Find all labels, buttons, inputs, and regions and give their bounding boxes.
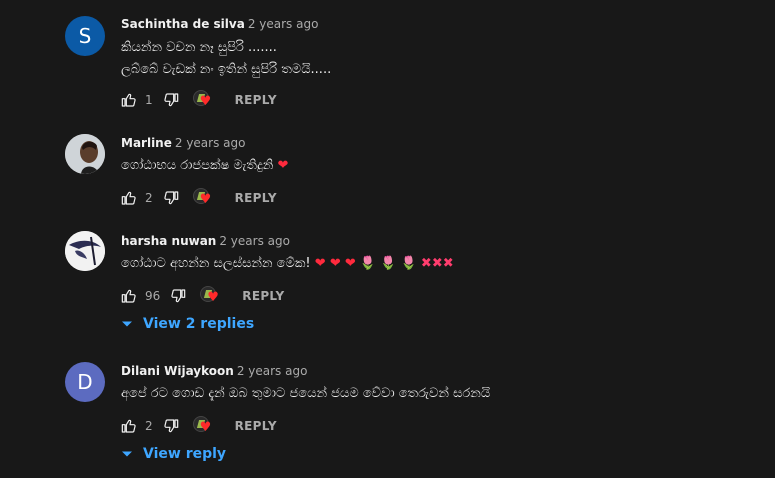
- comment-header: Dilani Wijaykoon 2 years ago: [121, 364, 307, 378]
- comment-actions: 96 ♥ REPLY: [121, 286, 284, 306]
- comment-actions: 2 ♥ REPLY: [121, 188, 277, 208]
- comments-section: S Sachintha de silva 2 years ago කියන්න ව…: [0, 0, 775, 478]
- reply-button[interactable]: REPLY: [235, 419, 277, 433]
- comment-text: ගෝඨාට අහන්න සලස්සන්න මේක! ❤ ❤ ❤ 🌷 🌷 🌷 ✖✖…: [121, 253, 454, 275]
- thumbs-down-icon[interactable]: [170, 288, 186, 304]
- avatar[interactable]: [65, 231, 105, 271]
- cross-emoji: ✖: [420, 256, 432, 271]
- person-photo-icon: [65, 231, 105, 271]
- creator-heart-icon: ♥: [192, 188, 215, 208]
- comment-actions: 1 ♥ REPLY: [121, 90, 277, 110]
- view-replies-label: View 2 replies: [143, 316, 255, 332]
- tulip-emoji: 🌷: [380, 256, 397, 271]
- view-replies-label: View reply: [143, 446, 227, 462]
- cross-emoji: ✖: [431, 256, 443, 271]
- thumbs-up-icon[interactable]: [121, 288, 137, 304]
- author-name[interactable]: Marline: [121, 136, 172, 150]
- like-count: 1: [145, 93, 153, 107]
- creator-heart-icon: ♥: [192, 90, 215, 110]
- comment-line: ගෝඨාභය රාජපක්ෂ මැතිදුනි: [121, 158, 274, 173]
- comment-text: කියන්න වචන නෑ සුපිරි ....... ලබ්බේ වැඩක්…: [121, 37, 331, 81]
- comment-time[interactable]: 2 years ago: [175, 136, 246, 150]
- person-photo-icon: [65, 134, 105, 174]
- comment-header: Sachintha de silva 2 years ago: [121, 17, 318, 31]
- author-name[interactable]: Sachintha de silva: [121, 17, 245, 31]
- cross-emoji: ✖: [442, 256, 454, 271]
- comment-line: කියන්න වචන නෑ සුපිරි .......: [121, 40, 277, 55]
- creator-heart-icon: ♥: [200, 286, 222, 306]
- avatar[interactable]: D: [65, 362, 105, 402]
- comment-header: harsha nuwan 2 years ago: [121, 234, 290, 248]
- tulip-emoji: 🌷: [359, 256, 377, 271]
- comment-time[interactable]: 2 years ago: [219, 234, 290, 248]
- thumbs-up-icon[interactable]: [121, 92, 137, 108]
- reply-button[interactable]: REPLY: [235, 93, 277, 107]
- comment-line: අපේ රට ගොඩ දැන් ඔබ තුමාට ජයෙන් ජයම වේවා …: [121, 386, 491, 401]
- comment-text: ගෝඨාභය රාජපක්ෂ මැතිදුනි ❤: [121, 155, 288, 177]
- heart-emoji: ❤: [344, 256, 356, 271]
- comment-actions: 2 ♥ REPLY: [121, 416, 277, 436]
- avatar-letter: S: [78, 24, 92, 48]
- heart-emoji: ❤: [277, 158, 289, 173]
- like-count: 2: [145, 191, 153, 205]
- comment-time[interactable]: 2 years ago: [237, 364, 308, 378]
- thumbs-down-icon[interactable]: [163, 92, 179, 108]
- author-name[interactable]: harsha nuwan: [121, 234, 216, 248]
- comment-time[interactable]: 2 years ago: [248, 17, 319, 31]
- avatar[interactable]: [65, 134, 105, 174]
- reply-button[interactable]: REPLY: [242, 289, 284, 303]
- thumbs-down-icon[interactable]: [163, 190, 179, 206]
- creator-heart-icon: ♥: [192, 416, 215, 436]
- thumbs-down-icon[interactable]: [163, 418, 179, 434]
- author-name[interactable]: Dilani Wijaykoon: [121, 364, 234, 378]
- like-count: 2: [145, 419, 153, 433]
- comment-line: ගෝඨාට අහන්න සලස්සන්න මේක!: [121, 256, 311, 271]
- view-replies-button[interactable]: View 2 replies: [121, 316, 254, 332]
- comment-text: අපේ රට ගොඩ දැන් ඔබ තුමාට ජයෙන් ජයම වේවා …: [121, 383, 490, 405]
- tulip-emoji: 🌷: [400, 256, 417, 271]
- comment-line: ලබ්බේ වැඩක් නං ඉතින් සුපිරි තමයි.....: [121, 62, 332, 77]
- heart-emoji: ❤: [314, 256, 326, 271]
- thumbs-up-icon[interactable]: [121, 418, 137, 434]
- avatar-letter: D: [77, 370, 93, 394]
- comment-header: Marline 2 years ago: [121, 136, 245, 150]
- chevron-down-icon: [122, 451, 132, 457]
- thumbs-up-icon[interactable]: [121, 190, 137, 206]
- chevron-down-icon: [122, 321, 132, 327]
- heart-emoji: ❤: [329, 256, 341, 271]
- view-replies-button[interactable]: View reply: [121, 446, 226, 462]
- reply-button[interactable]: REPLY: [235, 191, 277, 205]
- avatar[interactable]: S: [65, 16, 105, 56]
- like-count: 96: [145, 289, 161, 303]
